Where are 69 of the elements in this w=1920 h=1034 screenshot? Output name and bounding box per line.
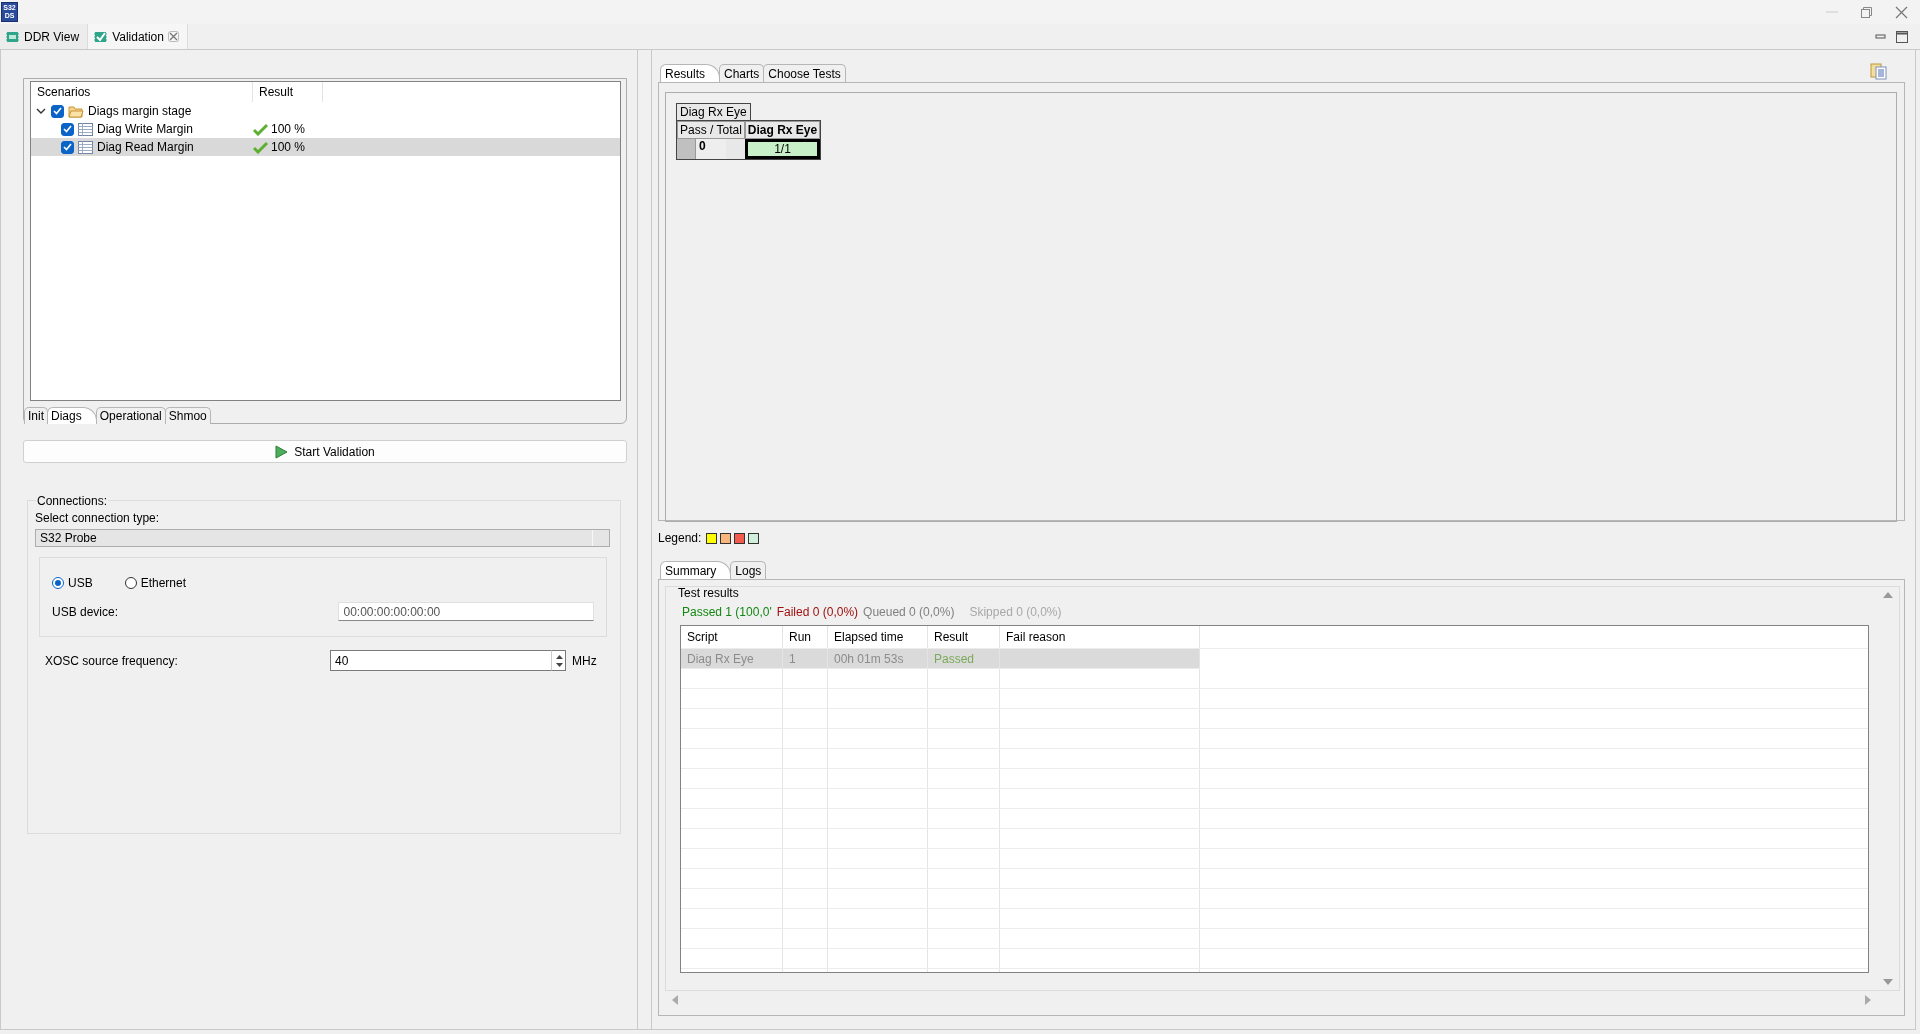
folder-icon <box>68 103 84 119</box>
table-cell: Passed <box>928 649 1000 668</box>
usb-device-field[interactable]: 00:00:00:00:00:00 <box>338 602 594 621</box>
count-text: Failed 0 (0,0%) <box>776 605 859 619</box>
scroll-up-icon[interactable] <box>1882 591 1894 599</box>
frequency-field[interactable]: 40 <box>330 650 551 671</box>
connection-type-dropdown[interactable]: S32 Probe <box>35 529 610 547</box>
play-icon <box>275 444 289 459</box>
field-label: XOSC source frequency: <box>45 653 179 668</box>
checkbox[interactable] <box>51 104 64 118</box>
radio-option[interactable]: Ethernet <box>124 576 187 590</box>
result-tab[interactable]: Choose Tests <box>763 64 846 82</box>
count-text: Passed 1 (100,0' <box>682 605 772 619</box>
tree-label: Diag Read Margin <box>97 140 194 154</box>
tree-row[interactable]: Diag Read Margin 100 % <box>31 138 620 156</box>
scroll-down-icon[interactable] <box>1882 978 1894 986</box>
table-cell: Diag Rx Eye <box>681 649 783 668</box>
legend-label: Legend: <box>658 531 702 545</box>
editor-tab[interactable]: DDR View <box>0 24 89 49</box>
checkbox[interactable] <box>61 140 74 154</box>
checkbox[interactable] <box>61 122 74 136</box>
row-header: Pass / Total <box>677 121 745 139</box>
count-text: Queued 0 (0,0%) <box>863 605 955 619</box>
chevron-down-icon[interactable] <box>35 106 47 116</box>
column-header[interactable]: Result <box>253 82 323 102</box>
result-text: 100 % <box>271 140 306 154</box>
stage-tab[interactable]: Diags <box>47 407 97 424</box>
copy-icon[interactable] <box>1870 63 1887 80</box>
grid-title: Diag Rx Eye <box>676 103 751 120</box>
editor-tab[interactable]: Validation <box>88 24 188 49</box>
table-cell: 00h 01m 53s <box>828 649 928 668</box>
result-text: 100 % <box>271 122 306 136</box>
count-text: Skipped 0 (0,0%) <box>969 605 1062 619</box>
column-header[interactable]: Fail reason <box>1000 626 1200 648</box>
tree-label: Diags margin stage <box>88 104 192 118</box>
restore-icon[interactable] <box>1860 5 1873 19</box>
group-title: Connections: <box>36 494 109 508</box>
maximize-icon[interactable] <box>1896 30 1908 43</box>
radio-option[interactable]: USB <box>52 576 93 590</box>
summary-tab[interactable]: Logs <box>730 561 767 579</box>
unit-label: MHz <box>572 653 597 668</box>
start-validation-button[interactable]: Start Validation <box>23 440 627 463</box>
table-icon <box>78 122 93 136</box>
group-title: Test results <box>678 586 739 600</box>
row-value: 0 <box>696 139 726 159</box>
stage-tab[interactable]: Init <box>24 407 48 424</box>
close-icon[interactable] <box>167 31 179 42</box>
column-header[interactable]: Run <box>783 626 828 648</box>
column-header[interactable]: Result <box>928 626 1000 648</box>
table-icon <box>78 140 93 154</box>
summary-tab[interactable]: Summary <box>660 561 732 579</box>
table-cell: 1 <box>783 649 828 668</box>
field-label: USB device: <box>52 604 120 619</box>
close-icon[interactable] <box>1895 5 1908 19</box>
row-marker <box>677 139 696 159</box>
spinner-arrows[interactable] <box>551 650 566 671</box>
column-header[interactable]: Elapsed time <box>828 626 928 648</box>
result-cell[interactable]: 1/1 <box>744 139 821 159</box>
column-header[interactable]: Script <box>681 626 783 648</box>
result-tab[interactable]: Results <box>660 64 720 82</box>
tree-row[interactable]: Diag Write Margin 100 % <box>31 120 620 138</box>
tree-label: Diag Write Margin <box>97 122 193 136</box>
stage-tab[interactable]: Shmoo <box>164 407 211 424</box>
field-label: Select connection type: <box>35 511 161 525</box>
stage-tab[interactable]: Operational <box>95 407 166 424</box>
minimize-icon[interactable] <box>1875 33 1886 40</box>
column-header[interactable]: Scenarios <box>31 82 253 102</box>
column-header: Diag Rx Eye <box>744 121 821 139</box>
tree-row[interactable]: Diags margin stage <box>31 102 620 120</box>
